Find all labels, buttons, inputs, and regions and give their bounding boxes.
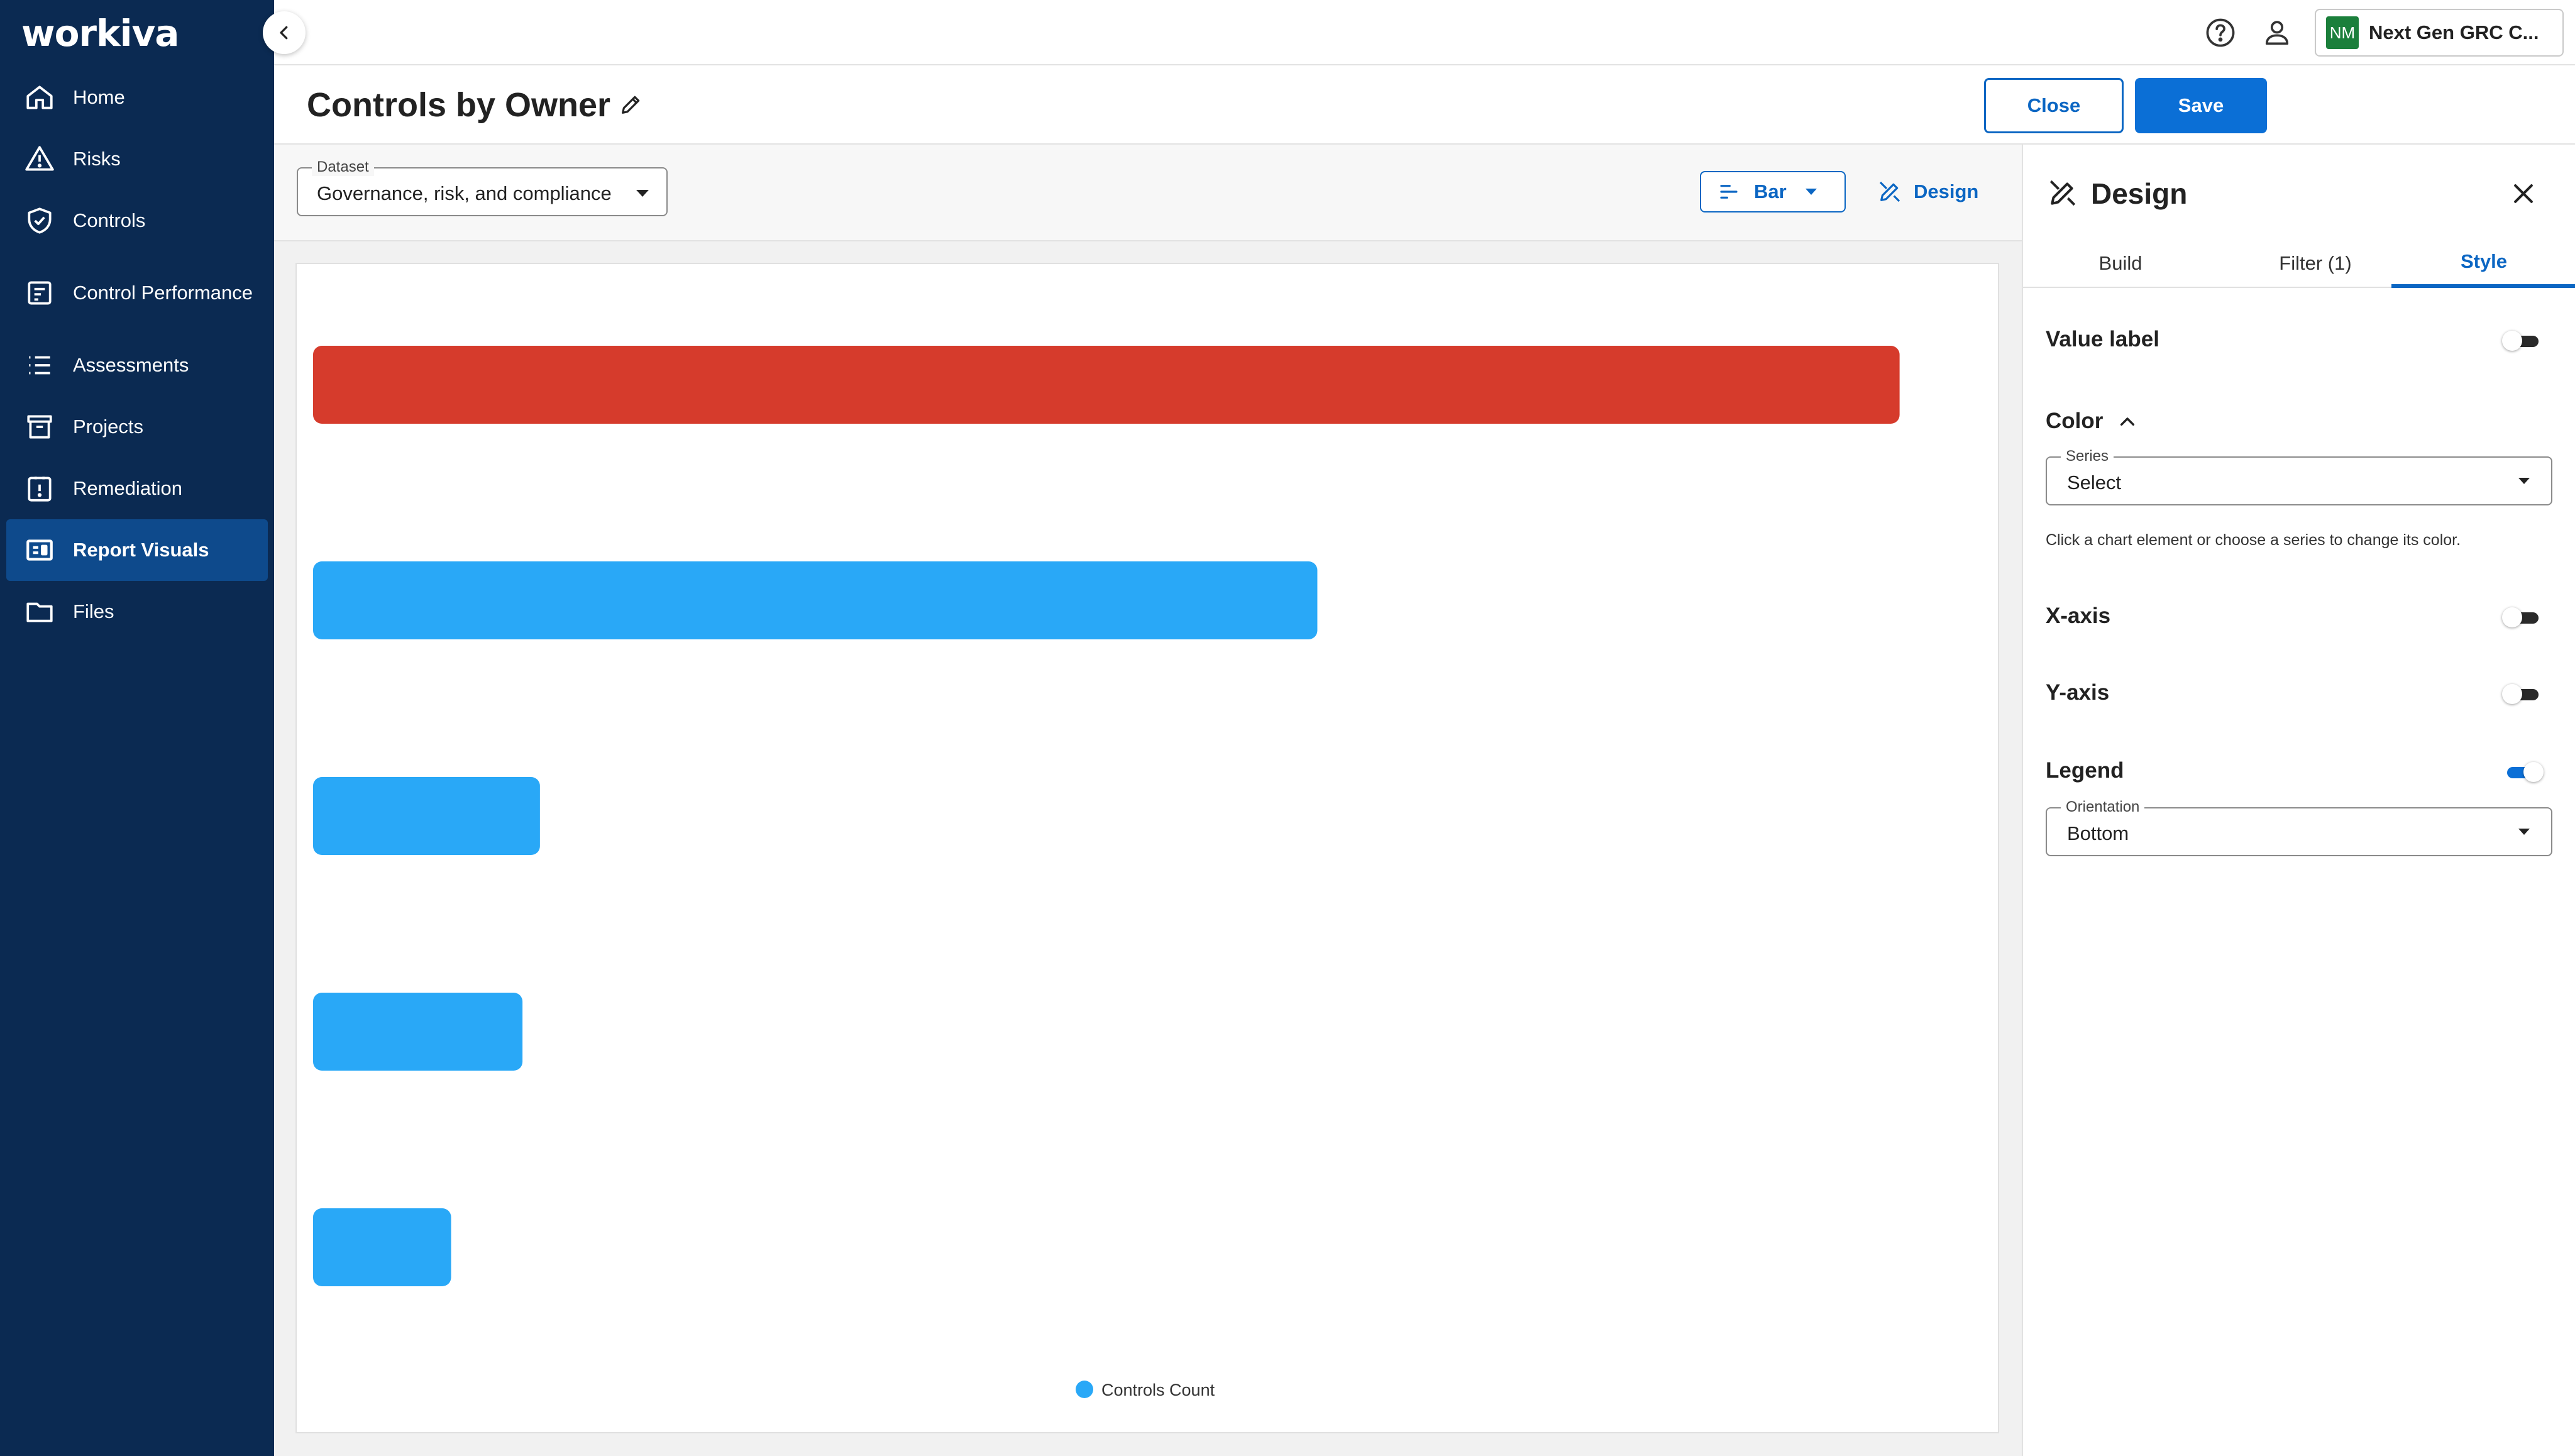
design-icon [2047, 177, 2078, 209]
title-bar: Controls by Owner Close Save [274, 65, 2575, 145]
sidebar-item-label: Risks [73, 148, 121, 170]
org-avatar: NM [2326, 16, 2359, 49]
shield-icon [24, 205, 55, 236]
pencil-icon[interactable] [619, 92, 644, 117]
caret-down-icon [2518, 829, 2530, 835]
app-root: workiva Home Risks Controls Control Perf… [0, 0, 2575, 1456]
orientation-select[interactable]: Orientation Bottom [2046, 798, 2552, 856]
legend-toggle[interactable] [2502, 762, 2544, 782]
chevron-left-icon [280, 26, 288, 40]
sidebar-item-label: Projects [73, 416, 143, 438]
orientation-value: Bottom [2067, 822, 2129, 844]
close-button[interactable]: Close [1984, 78, 2124, 133]
sidebar-item-risks[interactable]: Risks [6, 128, 268, 190]
archive-icon [24, 411, 55, 443]
editor-toolbar: Dataset Governance, risk, and compliance… [274, 145, 2022, 241]
sidebar-item-label: Home [73, 86, 125, 108]
value-label-setting: Value label [2046, 327, 2159, 351]
bar-3[interactable] [313, 777, 540, 855]
chart-type-select[interactable]: Bar [1700, 171, 1846, 212]
organization-switcher[interactable]: NM Next Gen GRC C... [2315, 9, 2564, 57]
chevron-up-icon[interactable] [2117, 411, 2137, 431]
help-icon[interactable] [2204, 16, 2237, 49]
dataset-field-label: Dataset [312, 158, 374, 176]
y-axis-toggle[interactable] [2502, 684, 2544, 704]
sidebar: workiva Home Risks Controls Control Perf… [0, 0, 274, 1456]
legend-label: Controls Count [1101, 1381, 1215, 1399]
bar-5[interactable] [313, 1208, 451, 1286]
series-field-label: Series [2061, 448, 2114, 465]
save-button[interactable]: Save [2135, 78, 2267, 133]
dataset-value: Governance, risk, and compliance [317, 182, 612, 204]
series-select[interactable]: Series Select [2046, 448, 2552, 505]
folder-icon [24, 596, 55, 627]
user-icon[interactable] [2261, 16, 2293, 49]
performance-icon [24, 277, 55, 309]
bar-2[interactable] [313, 561, 1318, 639]
sidebar-item-projects[interactable]: Projects [6, 396, 268, 458]
visual-editor: Dataset Governance, risk, and compliance… [274, 145, 2022, 1456]
list-icon [24, 350, 55, 381]
bar-chart: Controls Count [313, 346, 1900, 1399]
alert-square-icon [24, 473, 55, 504]
collapse-sidebar-button[interactable] [263, 11, 306, 54]
orientation-field-label: Orientation [2061, 798, 2145, 816]
sidebar-item-report-visuals[interactable]: Report Visuals [6, 519, 268, 581]
sidebar-item-label: Control Performance [73, 282, 253, 304]
sidebar-item-assessments[interactable]: Assessments [6, 334, 268, 396]
page-title: Controls by Owner [307, 86, 611, 124]
chart-type-label: Bar [1754, 180, 1787, 202]
x-axis-setting: X-axis [2046, 604, 2111, 628]
sidebar-item-remediation[interactable]: Remediation [6, 458, 268, 519]
value-label-toggle[interactable] [2502, 331, 2544, 351]
sidebar-item-files[interactable]: Files [6, 581, 268, 643]
sidebar-item-label: Assessments [73, 354, 189, 376]
design-toggle-button[interactable]: Design [1877, 171, 1978, 212]
design-panel: Design Build Filter (1) Style Value labe… [2022, 145, 2575, 1456]
sidebar-item-label: Report Visuals [73, 539, 209, 561]
tab-build[interactable]: Build [2048, 239, 2193, 288]
close-icon[interactable] [2510, 180, 2537, 207]
legend-swatch [1076, 1381, 1093, 1398]
report-visuals-icon [24, 534, 55, 566]
color-helper-text: Click a chart element or choose a series… [2046, 531, 2461, 549]
workiva-logo[interactable]: workiva [21, 11, 179, 55]
design-icon [1879, 181, 1900, 202]
chart-legend[interactable]: Controls Count [1076, 1381, 1215, 1399]
caret-down-icon [2518, 478, 2530, 484]
series-value: Select [2067, 472, 2122, 494]
chart-card: Controls Count [295, 263, 1999, 1433]
bar-1[interactable] [313, 346, 1900, 424]
sidebar-item-controls[interactable]: Controls [6, 190, 268, 251]
org-name: Next Gen GRC C... [2369, 21, 2539, 43]
top-bar: NM Next Gen GRC C... [274, 0, 2575, 65]
panel-tabs: Build Filter (1) Style [2023, 239, 2575, 288]
legend-setting: Legend [2046, 758, 2124, 783]
sidebar-item-label: Files [73, 600, 114, 622]
home-icon [24, 82, 55, 113]
sidebar-item-home[interactable]: Home [6, 67, 268, 128]
bar-4[interactable] [313, 993, 523, 1071]
warning-icon [24, 143, 55, 175]
color-section-title: Color [2046, 409, 2104, 433]
tab-style[interactable]: Style [2391, 239, 2575, 288]
sidebar-item-label: Remediation [73, 477, 183, 499]
caret-down-icon [1806, 189, 1817, 195]
sidebar-item-label: Controls [73, 209, 146, 231]
panel-title: Design [2091, 177, 2188, 210]
caret-down-icon [636, 190, 649, 197]
sidebar-item-control-performance[interactable]: Control Performance [6, 251, 268, 334]
dataset-select[interactable]: Dataset Governance, risk, and compliance [297, 158, 668, 216]
tab-filter[interactable]: Filter (1) [2237, 239, 2394, 288]
bar-chart-icon [1720, 185, 1738, 199]
design-label: Design [1914, 180, 1979, 202]
sidebar-nav: Home Risks Controls Control Performance [0, 67, 274, 643]
y-axis-setting: Y-axis [2046, 680, 2110, 705]
x-axis-toggle[interactable] [2502, 607, 2544, 627]
